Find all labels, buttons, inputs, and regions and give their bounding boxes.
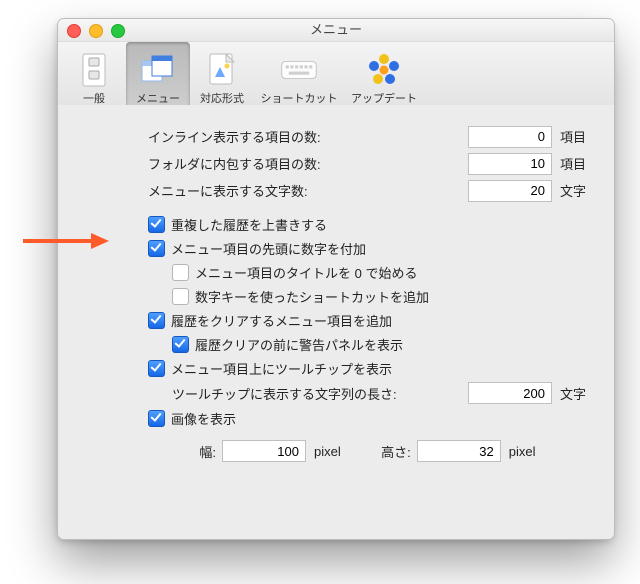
tab-label: 一般 (83, 90, 105, 106)
checkbox-numkey[interactable] (172, 288, 189, 305)
inline-count-input[interactable] (468, 126, 552, 148)
tab-label: ショートカット (261, 90, 338, 106)
height-input[interactable] (417, 440, 501, 462)
tooltip-length-input[interactable] (468, 382, 552, 404)
checkbox-warn-label: 履歴クリアの前に警告パネルを表示 (195, 335, 403, 354)
checkbox-prefix-number[interactable] (148, 240, 165, 257)
minimize-icon[interactable] (89, 24, 103, 38)
tab-format[interactable]: 対応形式 (190, 42, 254, 110)
checkbox-row-overwrite[interactable]: 重複した履歴を上書きする (148, 212, 586, 236)
width-input[interactable] (222, 440, 306, 462)
checkbox-row-title-zero[interactable]: メニュー項目のタイトルを 0 で始める (172, 260, 586, 284)
folder-count-input[interactable] (468, 153, 552, 175)
switches-icon (76, 52, 112, 88)
checkbox-overwrite-label: 重複した履歴を上書きする (171, 215, 327, 234)
traffic-lights (67, 24, 125, 38)
checkbox-tooltip[interactable] (148, 360, 165, 377)
checkbox-row-image[interactable]: 画像を表示 (148, 406, 586, 430)
tab-update[interactable]: アップデート (344, 42, 424, 110)
checkbox-clear-item[interactable] (148, 312, 165, 329)
char-count-unit: 文字 (560, 181, 586, 200)
checkbox-row-clear-item[interactable]: 履歴をクリアするメニュー項目を追加 (148, 308, 586, 332)
tab-label: 対応形式 (200, 90, 244, 106)
height-unit: pixel (509, 444, 536, 459)
folder-count-unit: 項目 (560, 154, 586, 173)
tab-shortcut[interactable]: ショートカット (254, 42, 344, 110)
flower-icon (366, 52, 402, 88)
checkbox-image[interactable] (148, 410, 165, 427)
windows-icon (140, 52, 176, 88)
folder-count-label: フォルダに内包する項目の数: (148, 154, 353, 173)
checkbox-title-zero[interactable] (172, 264, 189, 281)
tab-menu[interactable]: メニュー (126, 42, 190, 110)
checkbox-warn[interactable] (172, 336, 189, 353)
checkbox-row-prefix-number[interactable]: メニュー項目の先頭に数字を付加 (148, 236, 586, 260)
checkbox-row-tooltip[interactable]: メニュー項目上にツールチップを表示 (148, 356, 586, 380)
width-label: 幅: (172, 442, 216, 461)
appfile-icon (204, 52, 240, 88)
zoom-icon[interactable] (111, 24, 125, 38)
toolbar: 一般 メニュー 対応形式 ショートカット (58, 42, 614, 107)
inline-count-label: インライン表示する項目の数: (148, 127, 353, 146)
checkbox-image-label: 画像を表示 (171, 409, 236, 428)
height-label: 高さ: (367, 442, 411, 461)
tab-label: メニュー (136, 90, 180, 106)
titlebar[interactable]: メニュー (58, 19, 614, 42)
close-icon[interactable] (67, 24, 81, 38)
tooltip-length-label: ツールチップに表示する文字列の長さ: (172, 384, 412, 403)
checkbox-title-zero-label: メニュー項目のタイトルを 0 で始める (195, 263, 417, 282)
keyboard-icon (281, 52, 317, 88)
checkbox-row-warn[interactable]: 履歴クリアの前に警告パネルを表示 (172, 332, 586, 356)
tooltip-length-unit: 文字 (560, 384, 586, 403)
inline-count-unit: 項目 (560, 127, 586, 146)
checkbox-prefix-number-label: メニュー項目の先頭に数字を付加 (171, 239, 366, 258)
window-title: メニュー (310, 22, 362, 37)
checkbox-numkey-label: 数字キーを使ったショートカットを追加 (195, 287, 429, 306)
checkbox-row-numkey[interactable]: 数字キーを使ったショートカットを追加 (172, 284, 586, 308)
checkbox-clear-item-label: 履歴をクリアするメニュー項目を追加 (171, 311, 392, 330)
width-unit: pixel (314, 444, 341, 459)
tab-label: アップデート (351, 90, 417, 106)
checkbox-overwrite[interactable] (148, 216, 165, 233)
tab-general[interactable]: 一般 (62, 42, 126, 110)
preferences-window: メニュー 一般 メニュー 対応形式 (57, 18, 615, 540)
char-count-label: メニューに表示する文字数: (148, 181, 353, 200)
menu-pane: インライン表示する項目の数: 項目 フォルダに内包する項目の数: 項目 メニュー… (58, 105, 614, 539)
checkbox-tooltip-label: メニュー項目上にツールチップを表示 (171, 359, 392, 378)
char-count-input[interactable] (468, 180, 552, 202)
